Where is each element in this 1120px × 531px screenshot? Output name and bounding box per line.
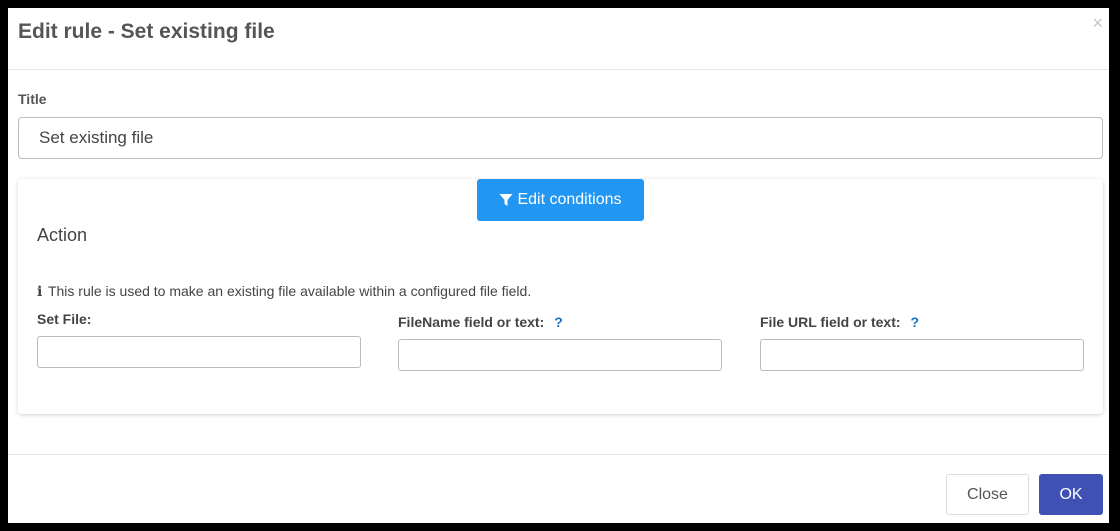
help-icon[interactable]: ? <box>554 314 563 330</box>
action-heading: Action <box>37 225 88 245</box>
info-message: i This rule is used to make an existing … <box>37 283 531 300</box>
set-file-label: Set File: <box>37 311 92 327</box>
set-file-input[interactable] <box>37 336 361 368</box>
ok-button[interactable]: OK <box>1039 474 1103 515</box>
file-url-field-input[interactable] <box>760 339 1084 371</box>
dialog-footer: Close OK <box>8 454 1109 523</box>
title-input[interactable] <box>18 117 1103 159</box>
dialog-header: Edit rule - Set existing file × <box>8 8 1109 70</box>
close-icon[interactable]: × <box>1092 14 1103 32</box>
filename-field-label-group: FileName field or text:? <box>398 314 563 330</box>
edit-conditions-label: Edit conditions <box>517 191 622 208</box>
edit-conditions-button[interactable]: Edit conditions <box>477 179 644 221</box>
dialog-title: Edit rule - Set existing file <box>18 20 275 43</box>
edit-rule-dialog: Edit rule - Set existing file × Title Ed… <box>8 8 1109 523</box>
title-label: Title <box>18 91 47 107</box>
close-button[interactable]: Close <box>946 474 1029 515</box>
filename-field-label: FileName field or text: <box>398 314 545 330</box>
info-text: This rule is used to make an existing fi… <box>47 283 532 299</box>
file-url-field-label: File URL field or text: <box>760 314 901 330</box>
help-icon[interactable]: ? <box>911 314 920 330</box>
file-url-field-label-group: File URL field or text:? <box>760 314 919 330</box>
action-panel: Edit conditions Action i This rule is us… <box>18 179 1103 414</box>
filename-field-input[interactable] <box>398 339 722 371</box>
info-icon: i <box>37 284 43 300</box>
filter-icon <box>499 194 513 206</box>
